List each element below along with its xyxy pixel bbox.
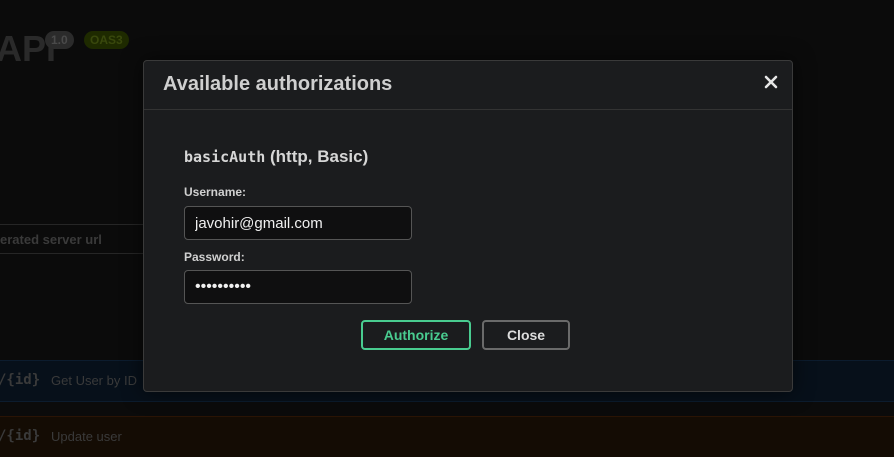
username-input[interactable] xyxy=(184,206,412,240)
operation-summary: Get User by ID xyxy=(51,373,137,388)
password-input[interactable] xyxy=(184,270,412,304)
operation-update-user: /{id} Update user xyxy=(0,416,894,457)
operation-path: /{id} xyxy=(0,372,41,388)
authorize-button[interactable]: Authorize xyxy=(361,320,471,350)
close-x-icon[interactable] xyxy=(764,75,778,89)
modal-title: Available authorizations xyxy=(163,73,393,95)
operation-summary: Update user xyxy=(51,429,122,444)
version-badge: 1.0 xyxy=(45,31,74,49)
oas-badge: OAS3 xyxy=(84,31,129,49)
operation-path: /{id} xyxy=(0,428,41,444)
scheme-type: (http, Basic) xyxy=(270,147,369,166)
server-select-text: erated server url xyxy=(0,232,102,247)
server-select: erated server url xyxy=(0,224,150,254)
auth-scheme-heading: basicAuth (http, Basic) xyxy=(184,147,368,167)
username-label: Username: xyxy=(184,185,247,199)
modal-header: Available authorizations xyxy=(144,61,792,110)
close-button[interactable]: Close xyxy=(482,320,570,350)
password-label: Password: xyxy=(184,250,245,264)
authorization-modal: Available authorizations basicAuth (http… xyxy=(143,60,793,392)
scheme-name: basicAuth xyxy=(184,148,266,166)
